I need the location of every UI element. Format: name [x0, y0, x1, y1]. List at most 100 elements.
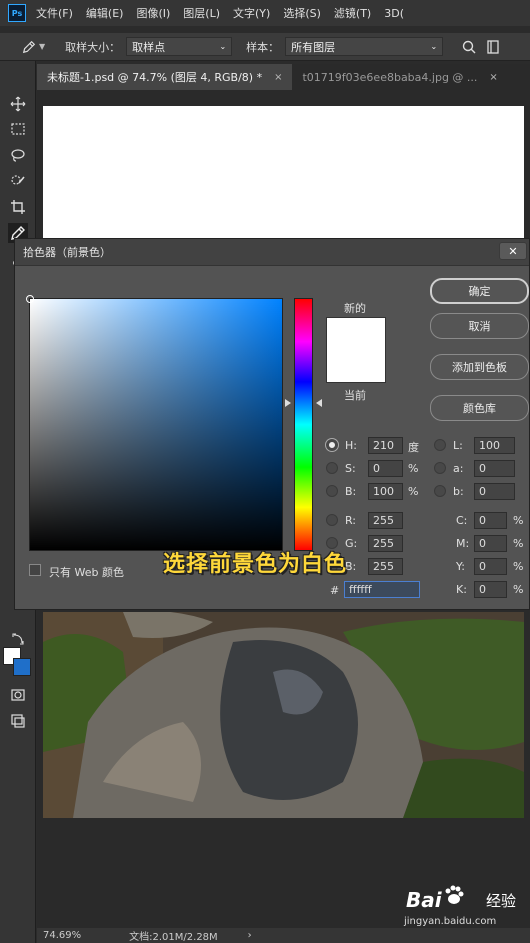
hex-input[interactable]: ffffff — [344, 581, 420, 598]
sample-size-label: 取样大小： — [65, 40, 121, 54]
b-input[interactable]: 0 — [474, 483, 515, 500]
a-label: a: — [453, 462, 464, 475]
lasso-tool-icon[interactable] — [8, 145, 28, 165]
quick-select-tool-icon[interactable] — [8, 171, 28, 191]
ok-button[interactable]: 确定 — [430, 278, 529, 304]
black-input[interactable]: 0 — [474, 581, 507, 598]
document-canvas[interactable] — [43, 106, 524, 256]
swap-colors-icon[interactable] — [8, 629, 28, 649]
hue-label: H: — [345, 439, 357, 452]
rock-photo[interactable] — [43, 612, 524, 818]
workspace-icon[interactable] — [485, 39, 501, 55]
color-libraries-button[interactable]: 颜色库 — [430, 395, 529, 421]
chevron-down-icon: ⌄ — [219, 42, 227, 51]
magenta-label: M: — [456, 537, 470, 550]
eyedropper-tool-icon[interactable] — [22, 40, 36, 54]
color-field[interactable] — [26, 295, 283, 551]
search-icon[interactable] — [461, 39, 477, 55]
lightness-label: L: — [453, 439, 463, 452]
b-label: b: — [453, 485, 464, 498]
radio-hue[interactable] — [326, 439, 338, 451]
radio-a[interactable] — [434, 462, 446, 474]
cyan-input[interactable]: 0 — [474, 512, 507, 529]
marquee-tool-icon[interactable] — [8, 119, 28, 139]
menu-image[interactable]: 图像(I) — [136, 5, 170, 21]
menu-3d[interactable]: 3D( — [384, 7, 404, 20]
current-color-label: 当前 — [344, 389, 366, 402]
hue-slider-left-arrow-icon[interactable] — [285, 399, 291, 407]
blue-input[interactable]: 255 — [368, 558, 403, 575]
photoshop-logo: Ps — [8, 4, 26, 22]
rock-photo-image — [43, 612, 524, 818]
tab-label: 未标题-1.psd @ 74.7% (图层 4, RGB/8) * — [47, 71, 263, 84]
dialog-title-text: 拾色器（前景色） — [23, 246, 111, 259]
a-input[interactable]: 0 — [474, 460, 515, 477]
lightness-input[interactable]: 100 — [474, 437, 515, 454]
screen-mode-icon[interactable] — [8, 711, 28, 731]
menu-filter[interactable]: 滤镜(T) — [334, 5, 371, 21]
web-colors-label: 只有 Web 颜色 — [49, 566, 124, 579]
zoom-level[interactable]: 74.69% — [43, 930, 81, 941]
brightness-label: B: — [345, 485, 357, 498]
yellow-input[interactable]: 0 — [474, 558, 507, 575]
cancel-button[interactable]: 取消 — [430, 313, 529, 339]
tab-untitled-psd[interactable]: 未标题-1.psd @ 74.7% (图层 4, RGB/8) * × — [37, 64, 293, 90]
tab-jpg[interactable]: t01719f03e6ee8baba4.jpg @ ... × — [292, 64, 507, 90]
cyan-label: C: — [456, 514, 468, 527]
menu-type[interactable]: 文字(Y) — [233, 5, 270, 21]
saturation-input[interactable]: 0 — [368, 460, 403, 477]
quick-mask-icon[interactable] — [8, 685, 28, 705]
hex-hash-label: # — [330, 584, 340, 597]
web-colors-checkbox[interactable] — [29, 564, 41, 576]
document-info: 文档:2.01M/2.28M — [129, 932, 218, 943]
hue-input[interactable]: 210 — [368, 437, 403, 454]
move-tool-icon[interactable] — [8, 94, 28, 114]
cyan-unit: % — [513, 514, 524, 527]
close-icon[interactable]: × — [274, 72, 282, 83]
magenta-input[interactable]: 0 — [474, 535, 507, 552]
chevron-right-icon[interactable]: › — [248, 930, 252, 941]
sample-size-select[interactable]: 取样点 ⌄ — [126, 37, 233, 56]
menu-select[interactable]: 选择(S) — [283, 5, 321, 21]
hue-slider[interactable] — [294, 298, 313, 551]
menu-layer[interactable]: 图层(L) — [183, 5, 220, 21]
magenta-unit: % — [513, 537, 524, 550]
crop-tool-icon[interactable] — [8, 197, 28, 217]
close-icon[interactable]: ✕ — [499, 242, 527, 260]
green-input[interactable]: 255 — [368, 535, 403, 552]
tool-preset-caret-icon[interactable]: ▼ — [39, 42, 45, 51]
sample-layers-value: 所有图层 — [291, 40, 336, 54]
brightness-unit: % — [408, 485, 419, 498]
sample-layers-select[interactable]: 所有图层 ⌄ — [285, 37, 444, 56]
color-field-marker[interactable] — [26, 295, 34, 303]
background-color-swatch[interactable] — [13, 658, 31, 676]
chevron-down-icon: ⌄ — [430, 42, 438, 51]
black-label: K: — [456, 583, 467, 596]
brightness-input[interactable]: 100 — [368, 483, 403, 500]
menu-file[interactable]: 文件(F) — [36, 5, 73, 21]
radio-saturation[interactable] — [326, 462, 338, 474]
radio-brightness[interactable] — [326, 485, 338, 497]
paw-icon — [445, 885, 464, 904]
radio-red[interactable] — [326, 514, 338, 526]
hue-slider-right-arrow-icon[interactable] — [316, 399, 322, 407]
new-color-swatch — [326, 317, 386, 383]
red-label: R: — [345, 514, 357, 527]
menu-edit[interactable]: 编辑(E) — [86, 5, 124, 21]
options-bar: ▼ 取样大小： 取样点 ⌄ 样本： 所有图层 ⌄ — [0, 33, 530, 61]
add-to-swatches-button[interactable]: 添加到色板 — [430, 354, 529, 380]
close-icon[interactable]: × — [489, 72, 497, 83]
sample-size-value: 取样点 — [132, 40, 166, 54]
hue-unit: 度 — [408, 441, 419, 454]
dialog-title: 拾色器（前景色） — [15, 239, 529, 266]
radio-b[interactable] — [434, 485, 446, 497]
sample-label: 样本： — [246, 40, 280, 54]
red-input[interactable]: 255 — [368, 512, 403, 529]
video-caption: 选择前景色为白色 — [163, 552, 348, 577]
radio-lightness[interactable] — [434, 439, 446, 451]
yellow-unit: % — [513, 560, 524, 573]
new-color-label: 新的 — [344, 302, 366, 315]
black-unit: % — [513, 583, 524, 596]
watermark-suffix: 经验 — [486, 892, 517, 910]
baidu-jingyan-watermark: Bai 经验 jingyan.baidu.com — [400, 880, 525, 932]
